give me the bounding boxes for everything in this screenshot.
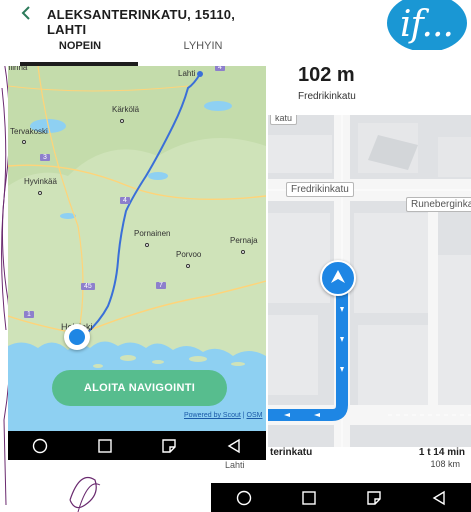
place-tervakoski: Tervakoski (10, 127, 48, 136)
road-number-3: 3 (40, 154, 50, 161)
route-overview-screen: ALEKSANTERINKATU, 15110, LAHTI NOPEIN LY… (0, 0, 268, 460)
recent-apps-icon[interactable] (149, 434, 189, 458)
powered-by-scout-link[interactable]: Powered by Scout (184, 412, 241, 419)
start-navigation-button[interactable]: ALOITA NAVIGOINTI (52, 370, 227, 406)
tab-fastest[interactable]: NOPEIN (22, 40, 138, 52)
place-pernaja-dot (241, 247, 245, 256)
map-label-fredrikinkatu: Fredrikinkatu (286, 182, 354, 197)
road-number-4: 4 (120, 197, 130, 204)
place-pornainen-dot (145, 240, 149, 249)
next-turn-distance: 102 m (298, 64, 355, 86)
remaining-distance: 108 km (430, 459, 460, 469)
screenshot-stage: if... 102 m Fredrikinkatu Fredrikinkatu … (0, 0, 471, 512)
destination-street: terinkatu (270, 447, 313, 458)
recent-apps-icon[interactable] (354, 486, 394, 510)
place-hyvinkaa-dot (38, 188, 42, 197)
road-number-7: 7 (156, 282, 166, 289)
map-label-runeberginkatu: Runeberginkatu (406, 197, 471, 212)
navigation-screen: 102 m Fredrikinkatu Fredrikinkatu Runebe… (268, 50, 471, 512)
trip-summary: terinkatu 1 t 14 min 108 km (268, 447, 471, 479)
destination-title: ALEKSANTERINKATU, 15110, LAHTI (47, 7, 236, 37)
road-number-45: 45 (81, 283, 95, 290)
back-chevron-icon[interactable] (18, 4, 36, 22)
place-pernaja: Pernaja (230, 236, 258, 245)
eta-time: 1 t 14 min (418, 447, 465, 458)
route-map[interactable]: nlinna Lahti Kärkölä Tervakoski Hyvinkää… (8, 66, 266, 431)
android-nav-bar-front-phone (8, 431, 266, 460)
place-karkola-dot (120, 116, 124, 125)
route-header: ALEKSANTERINKATU, 15110, LAHTI NOPEIN LY… (0, 0, 268, 66)
place-porvoo: Porvoo (176, 250, 202, 259)
next-turn-street: Fredrikinkatu (298, 91, 356, 102)
home-square-icon[interactable] (289, 486, 329, 510)
destination-city: Lahti (225, 460, 245, 470)
place-karkola: Kärkölä (112, 105, 140, 114)
tab-shortest[interactable]: LYHYIN (145, 40, 261, 52)
place-tervakoski-dot (22, 137, 26, 146)
place-lahti: Lahti (178, 69, 196, 78)
place-porvoo-dot (186, 261, 190, 270)
back-circle-icon[interactable] (224, 486, 264, 510)
current-position-arrow[interactable] (320, 260, 356, 296)
road-number-4-top: 4 (215, 66, 225, 71)
place-label-partial: nlinna (8, 66, 28, 72)
home-square-icon[interactable] (85, 434, 125, 458)
navigation-map[interactable]: Fredrikinkatu Runeberginkatu katu (268, 115, 471, 447)
android-nav-bar-back-phone (211, 483, 471, 512)
if-logo-text: if... (400, 4, 454, 45)
place-hyvinkaa: Hyvinkää (24, 177, 57, 186)
back-triangle-icon[interactable] (214, 434, 254, 458)
osm-link[interactable]: OSM (247, 412, 263, 419)
map-label-katu: katu (270, 115, 298, 125)
road-number-1: 1 (24, 311, 34, 318)
navigation-arrow-icon (331, 270, 345, 283)
map-credit[interactable]: Powered by Scout | OSM (184, 412, 262, 419)
current-location-marker (64, 324, 90, 350)
place-pornainen: Pornainen (134, 229, 171, 238)
back-circle-icon[interactable] (20, 434, 60, 458)
back-triangle-icon[interactable] (419, 486, 459, 510)
